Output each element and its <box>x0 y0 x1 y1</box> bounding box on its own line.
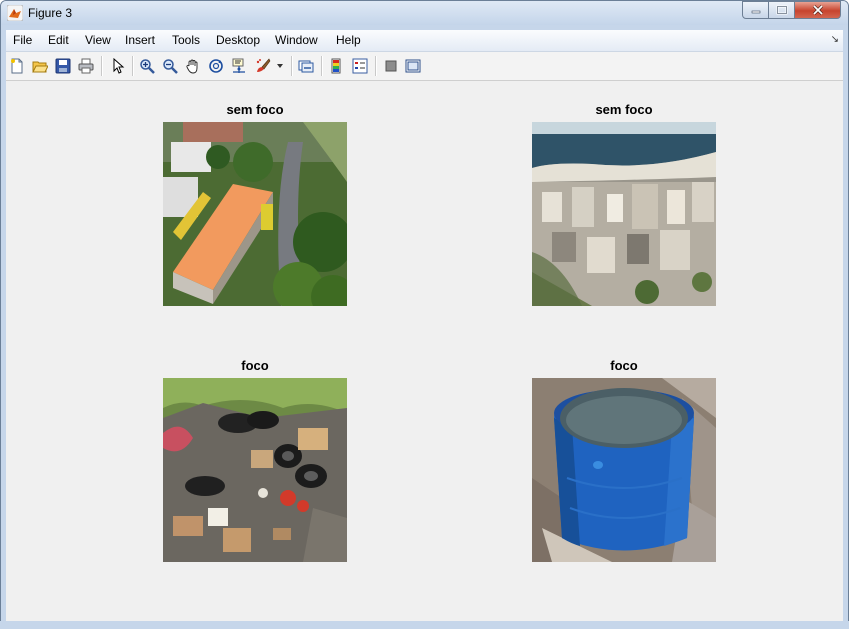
link-plot-icon <box>298 60 314 73</box>
close-button[interactable] <box>794 1 841 19</box>
axes-image[interactable] <box>163 378 347 562</box>
menu-desktop[interactable]: Desktop <box>216 33 260 47</box>
matlab-logo-icon <box>7 5 23 21</box>
axes-image[interactable] <box>532 122 716 306</box>
pan-button[interactable] <box>183 56 203 76</box>
axes-title: foco <box>610 358 638 373</box>
insert-colorbar-button[interactable] <box>327 56 347 76</box>
zoom-in-button[interactable] <box>137 56 157 76</box>
open-file-button[interactable] <box>30 56 50 76</box>
save-button[interactable] <box>53 56 73 76</box>
maximize-button[interactable] <box>768 1 795 19</box>
toolbar-separator <box>291 56 293 76</box>
figure-toolbar <box>6 52 843 81</box>
hide-plot-tools-icon <box>385 60 397 72</box>
title-bar[interactable]: Figure 3 <box>1 1 848 25</box>
axes-title: foco <box>241 358 269 373</box>
zoom-in-icon <box>140 59 155 74</box>
maximize-icon <box>776 5 787 15</box>
menu-file[interactable]: File <box>13 33 32 47</box>
menu-bar: File Edit View Insert Tools Desktop Wind… <box>6 30 843 52</box>
link-plot-button[interactable] <box>296 56 316 76</box>
toolbar-separator <box>101 56 103 76</box>
minimize-button[interactable] <box>742 1 769 19</box>
edit-plot-arrow-icon <box>113 58 125 74</box>
toolbar-separator <box>321 56 323 76</box>
toolbar-separator <box>132 56 134 76</box>
figure-window: Figure 3 File Edit View Insert Tools Des… <box>0 0 849 629</box>
brush-dropdown-button[interactable] <box>274 56 286 76</box>
data-cursor-icon <box>232 58 245 73</box>
figure-canvas[interactable]: sem foco sem foco foco foco <box>6 81 843 621</box>
insert-legend-icon <box>352 58 368 74</box>
brush-button[interactable] <box>253 56 273 76</box>
pan-hand-icon <box>186 59 198 74</box>
menu-edit[interactable]: Edit <box>48 33 69 47</box>
toolbar-separator <box>375 56 377 76</box>
new-figure-icon <box>11 58 23 74</box>
insert-colorbar-icon <box>331 58 341 74</box>
close-icon <box>812 4 823 16</box>
rotate-3d-button[interactable] <box>206 56 226 76</box>
hide-plot-tools-button[interactable] <box>381 56 401 76</box>
new-figure-button[interactable] <box>7 56 27 76</box>
rotate-3d-icon <box>209 59 223 73</box>
window-title: Figure 3 <box>28 6 73 20</box>
zoom-out-button[interactable] <box>160 56 180 76</box>
axes-title: sem foco <box>595 102 653 117</box>
zoom-out-icon <box>163 59 178 74</box>
show-plot-tools-button[interactable] <box>403 56 423 76</box>
data-cursor-button[interactable] <box>229 56 249 76</box>
axes-title: sem foco <box>226 102 284 117</box>
menu-help[interactable]: Help <box>336 33 361 47</box>
show-plot-tools-icon <box>405 59 421 73</box>
minimize-icon <box>751 10 760 14</box>
menu-tools[interactable]: Tools <box>172 33 200 47</box>
brush-dropdown-icon <box>277 64 283 68</box>
save-icon <box>55 58 71 74</box>
axes-image[interactable] <box>163 122 347 306</box>
open-file-icon <box>32 61 48 73</box>
print-button[interactable] <box>76 56 96 76</box>
menu-window[interactable]: Window <box>275 33 318 47</box>
menu-insert[interactable]: Insert <box>125 33 155 47</box>
edit-plot-button[interactable] <box>107 56 127 76</box>
menu-view[interactable]: View <box>85 33 111 47</box>
window-bottom-border <box>0 621 849 629</box>
print-icon <box>78 58 94 74</box>
insert-legend-button[interactable] <box>350 56 370 76</box>
axes-image[interactable] <box>532 378 716 562</box>
brush-icon <box>256 58 271 72</box>
dock-arrow-icon[interactable]: ↘ <box>831 34 839 45</box>
